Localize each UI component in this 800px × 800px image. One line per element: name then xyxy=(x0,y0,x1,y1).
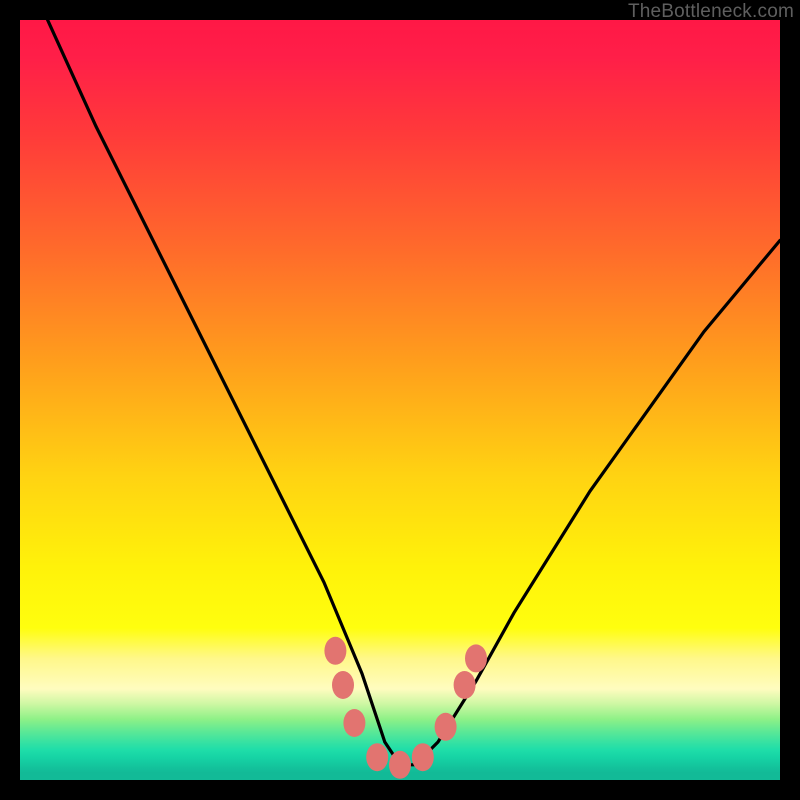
marker-group xyxy=(324,637,487,779)
bottleneck-curve xyxy=(20,20,780,765)
curve-marker xyxy=(465,644,487,672)
curve-marker xyxy=(454,671,476,699)
curve-marker xyxy=(366,743,388,771)
curve-marker xyxy=(324,637,346,665)
chart-stage: TheBottleneck.com xyxy=(0,0,800,800)
curve-marker xyxy=(412,743,434,771)
curve-marker xyxy=(343,709,365,737)
curve-marker xyxy=(389,751,411,779)
plot-area xyxy=(20,20,780,780)
curve-layer xyxy=(20,20,780,780)
curve-marker xyxy=(332,671,354,699)
curve-marker xyxy=(435,713,457,741)
